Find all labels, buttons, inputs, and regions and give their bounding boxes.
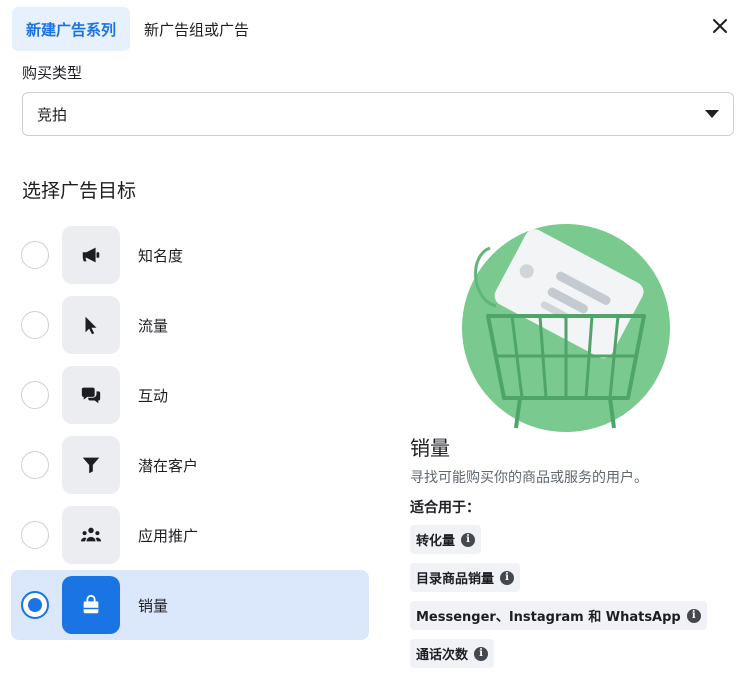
objective-label: 潜在客户 bbox=[138, 456, 199, 475]
close-icon[interactable] bbox=[708, 14, 732, 38]
cursor-icon bbox=[85, 316, 97, 335]
tab-new-campaign[interactable]: 新建广告系列 bbox=[12, 7, 131, 51]
detail-description: 寻找可能购买你的商品或服务的用户。 bbox=[410, 470, 648, 486]
caret-down-icon bbox=[705, 110, 719, 118]
objective-label: 知名度 bbox=[138, 246, 184, 265]
objective-icon-box bbox=[62, 576, 120, 634]
objective-icon-box bbox=[62, 366, 120, 424]
objective-detail-panel: 销量 寻找可能购买你的商品或服务的用户。 适合用于： 转化量 i 目录商品销量 i … bbox=[410, 432, 740, 677]
radio-button[interactable] bbox=[21, 451, 49, 479]
people-icon bbox=[80, 527, 102, 542]
chip-messaging: Messenger、Instagram 和 WhatsApp i bbox=[410, 601, 707, 630]
section-title: 选择广告目标 bbox=[22, 180, 137, 202]
suitable-for-label: 适合用于： bbox=[410, 500, 480, 516]
info-icon[interactable]: i bbox=[500, 570, 515, 585]
objective-app-promotion[interactable]: 应用推广 bbox=[11, 500, 369, 570]
radio-button[interactable] bbox=[21, 241, 49, 269]
chip-catalog-sales: 目录商品销量 i bbox=[410, 563, 521, 592]
radio-button[interactable] bbox=[21, 521, 49, 549]
objective-icon-box bbox=[62, 436, 120, 494]
objective-leads[interactable]: 潜在客户 bbox=[11, 430, 369, 500]
buy-type-label: 购买类型 bbox=[22, 64, 83, 82]
chat-bubbles-icon bbox=[81, 387, 101, 404]
radio-button-selected[interactable] bbox=[21, 591, 49, 619]
chip-label: 通话次数 bbox=[416, 648, 469, 663]
tab-new-adset-or-ad[interactable]: 新广告组或广告 bbox=[130, 7, 263, 51]
objective-awareness[interactable]: 知名度 bbox=[11, 220, 369, 290]
chip-label: 目录商品销量 bbox=[416, 572, 495, 587]
objective-icon-box bbox=[62, 296, 120, 354]
radio-button[interactable] bbox=[21, 381, 49, 409]
objective-label: 应用推广 bbox=[138, 526, 199, 545]
shopping-bag-icon bbox=[83, 594, 99, 614]
megaphone-icon bbox=[82, 247, 100, 263]
objective-label: 互动 bbox=[138, 386, 169, 405]
objective-icon-box bbox=[62, 226, 120, 284]
info-icon[interactable]: i bbox=[461, 532, 476, 547]
chip-label: Messenger、Instagram 和 WhatsApp bbox=[416, 610, 681, 625]
objective-sales[interactable]: 销量 bbox=[11, 570, 369, 640]
tab-bar: 新建广告系列 新广告组或广告 bbox=[12, 6, 263, 52]
buy-type-value: 竞拍 bbox=[37, 105, 68, 124]
info-icon[interactable]: i bbox=[474, 646, 489, 661]
objective-engagement[interactable]: 互动 bbox=[11, 360, 369, 430]
radio-button[interactable] bbox=[21, 311, 49, 339]
buy-type-select[interactable]: 竞拍 bbox=[22, 92, 734, 136]
objective-traffic[interactable]: 流量 bbox=[11, 290, 369, 360]
chip-conversions: 转化量 i bbox=[410, 525, 482, 554]
chip-label: 转化量 bbox=[416, 534, 456, 549]
funnel-icon bbox=[82, 457, 100, 474]
objective-label: 流量 bbox=[138, 316, 169, 335]
objective-label: 销量 bbox=[138, 596, 169, 615]
objective-icon-box bbox=[62, 506, 120, 564]
detail-title: 销量 bbox=[410, 436, 450, 460]
objective-list: 知名度 流量 互动 潜在客户 应用推广 销量 bbox=[11, 220, 369, 640]
chip-list: 转化量 i 目录商品销量 i Messenger、Instagram 和 Whats… bbox=[410, 525, 740, 677]
info-icon[interactable]: i bbox=[686, 608, 701, 623]
sales-illustration bbox=[462, 224, 670, 432]
